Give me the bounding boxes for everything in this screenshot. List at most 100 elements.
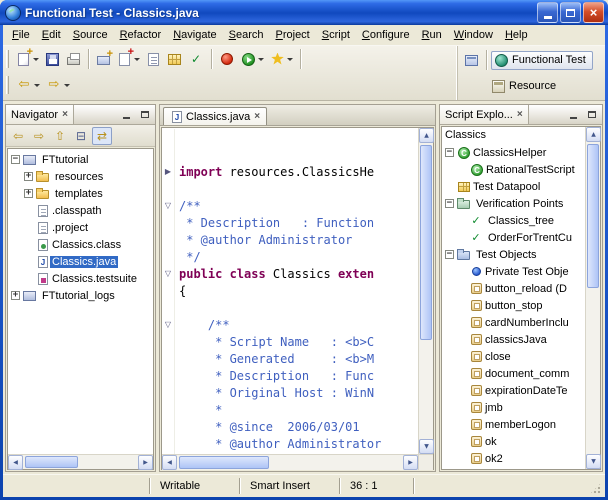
scroll-thumb[interactable] xyxy=(179,456,270,469)
close-button[interactable]: × xyxy=(583,2,604,23)
editor-vertical-scrollbar[interactable]: ▲ ▼ xyxy=(418,128,434,454)
menu-script[interactable]: Script xyxy=(316,27,356,43)
collapse-all-button[interactable]: ⊟ xyxy=(71,127,91,145)
scroll-thumb[interactable] xyxy=(25,456,78,468)
navigator-item-classics-java[interactable]: Classics.java xyxy=(8,253,153,270)
scroll-right-icon[interactable]: ▶ xyxy=(138,455,153,470)
script-explorer-item-memberlogon[interactable]: memberLogon xyxy=(442,416,585,433)
fold-marker-expanded-icon[interactable]: ▽ xyxy=(162,316,175,333)
editor-horizontal-scrollbar[interactable]: ◀ ▶ xyxy=(162,455,418,470)
navigator-item-resources[interactable]: + resources xyxy=(8,168,153,185)
menu-configure[interactable]: Configure xyxy=(356,27,416,43)
new-functional-test-script-button[interactable] xyxy=(114,47,143,70)
script-explorer-item-private-test-obje[interactable]: Private Test Obje xyxy=(442,263,585,280)
toolbar-drag-handle[interactable] xyxy=(6,50,9,68)
script-explorer-item-orderfortrentcu[interactable]: OrderForTrentCu xyxy=(442,229,585,246)
expand-icon[interactable]: + xyxy=(24,189,33,198)
fold-marker-expanded-icon[interactable]: ▽ xyxy=(162,197,175,214)
scroll-thumb[interactable] xyxy=(420,145,432,341)
script-explorer-vertical-scrollbar[interactable]: ▲ ▼ xyxy=(585,127,601,469)
navigator-item-project[interactable]: .project xyxy=(8,219,153,236)
forward-button[interactable] xyxy=(43,74,73,96)
scroll-thumb[interactable] xyxy=(587,144,599,288)
script-explorer-item-jmb[interactable]: jmb xyxy=(442,399,585,416)
title-bar[interactable]: Functional Test - Classics.java × xyxy=(0,0,608,25)
script-explorer-item-cardnumberinclu[interactable]: cardNumberInclu xyxy=(442,314,585,331)
close-editor-tab-icon[interactable]: × xyxy=(254,111,260,122)
script-explorer-tab[interactable]: Script Explo... × xyxy=(440,105,529,124)
collapse-icon[interactable]: − xyxy=(445,148,454,157)
close-view-icon[interactable]: × xyxy=(62,109,68,120)
fold-marker-collapsed-icon[interactable]: ▶ xyxy=(162,163,175,180)
menu-search[interactable]: Search xyxy=(223,27,270,43)
dropdown-arrow-icon[interactable] xyxy=(287,57,293,61)
dropdown-arrow-icon[interactable] xyxy=(33,57,39,61)
scroll-right-icon[interactable]: ▶ xyxy=(403,455,418,470)
menu-source[interactable]: Source xyxy=(67,27,114,43)
menu-file[interactable]: File xyxy=(6,27,36,43)
navigator-horizontal-scrollbar[interactable]: ◀ ▶ xyxy=(8,454,153,470)
scroll-left-icon[interactable]: ◀ xyxy=(162,455,177,470)
scroll-track[interactable] xyxy=(177,455,403,470)
script-explorer-item-button-stop[interactable]: button_stop xyxy=(442,297,585,314)
up-button[interactable]: ⇧ xyxy=(50,127,70,145)
script-explorer-item-document-comm[interactable]: document_comm xyxy=(442,365,585,382)
maximize-view-button[interactable] xyxy=(584,108,599,122)
script-explorer-item-ok2[interactable]: ok2 xyxy=(442,450,585,467)
script-explorer-item-classicsjava[interactable]: classicsJava xyxy=(442,331,585,348)
script-explorer-item-test-objects[interactable]: − Test Objects xyxy=(442,246,585,263)
collapse-icon[interactable]: − xyxy=(11,155,20,164)
menu-refactor[interactable]: Refactor xyxy=(114,27,168,43)
script-explorer-item-close[interactable]: close xyxy=(442,348,585,365)
minimize-button[interactable] xyxy=(537,2,558,23)
dropdown-arrow-icon[interactable] xyxy=(134,57,140,61)
record-script-button[interactable] xyxy=(216,48,238,70)
navigator-item-classpath[interactable]: .classpath xyxy=(8,202,153,219)
script-explorer-item-expirationdatete[interactable]: expirationDateTe xyxy=(442,382,585,399)
scroll-up-icon[interactable]: ▲ xyxy=(419,128,434,143)
menu-help[interactable]: Help xyxy=(499,27,534,43)
menu-project[interactable]: Project xyxy=(270,27,316,43)
navigator-item-templates[interactable]: + templates xyxy=(8,185,153,202)
script-root-label[interactable]: Classics xyxy=(442,127,585,142)
script-explorer-item-ok[interactable]: ok xyxy=(442,433,585,450)
new-functional-test-project-button[interactable] xyxy=(93,48,114,70)
script-explorer-item-rationaltestscript[interactable]: RationalTestScript xyxy=(442,161,585,178)
dropdown-arrow-icon[interactable] xyxy=(64,83,70,87)
editor-tab-classics-java[interactable]: Classics.java × xyxy=(163,107,268,125)
minimize-view-button[interactable] xyxy=(119,108,134,122)
dropdown-arrow-icon[interactable] xyxy=(258,57,264,61)
scroll-down-icon[interactable]: ▼ xyxy=(586,454,601,469)
scroll-track[interactable] xyxy=(419,143,433,439)
script-explorer-item-button-reload-d[interactable]: button_reload (D xyxy=(442,280,585,297)
script-explorer-item-classicshelper[interactable]: − ClassicsHelper xyxy=(442,144,585,161)
script-explorer-item-verification-points[interactable]: − Verification Points xyxy=(442,195,585,212)
menu-run[interactable]: Run xyxy=(416,27,448,43)
menu-window[interactable]: Window xyxy=(448,27,499,43)
navigator-item-classics-testsuite[interactable]: Classics.testsuite xyxy=(8,270,153,287)
code-editor[interactable]: ▶ import resources.ClassicsHe ▽ /** * Descr… xyxy=(162,128,418,454)
link-with-editor-button[interactable]: ⇄ xyxy=(92,126,112,145)
forward-button[interactable]: ⇨ xyxy=(29,127,49,145)
close-view-icon[interactable]: × xyxy=(517,109,523,120)
minimize-view-button[interactable] xyxy=(566,108,581,122)
expand-icon[interactable]: + xyxy=(24,172,33,181)
scroll-up-icon[interactable]: ▲ xyxy=(586,127,601,142)
menu-navigate[interactable]: Navigate xyxy=(167,27,222,43)
navigator-item-fttutorial[interactable]: − FTtutorial xyxy=(8,151,153,168)
collapse-icon[interactable]: − xyxy=(445,199,454,208)
fold-marker-expanded-icon[interactable]: ▽ xyxy=(162,265,175,282)
menu-edit[interactable]: Edit xyxy=(36,27,67,43)
perspective-functional-test-button[interactable]: Functional Test xyxy=(491,50,593,70)
window-resize-grip[interactable] xyxy=(589,482,602,495)
insert-recording-button[interactable] xyxy=(267,48,296,70)
maximize-button[interactable] xyxy=(560,2,581,23)
collapse-icon[interactable]: − xyxy=(445,250,454,259)
open-perspective-button[interactable] xyxy=(461,49,482,71)
new-empty-script-button[interactable] xyxy=(143,48,164,70)
toolbar-drag-handle[interactable] xyxy=(6,76,9,94)
scroll-track[interactable] xyxy=(586,142,600,454)
navigator-item-fttutorial-logs[interactable]: + FTtutorial_logs xyxy=(8,287,153,304)
navigator-tab[interactable]: Navigator × xyxy=(6,105,74,124)
back-button[interactable]: ⇦ xyxy=(8,127,28,145)
